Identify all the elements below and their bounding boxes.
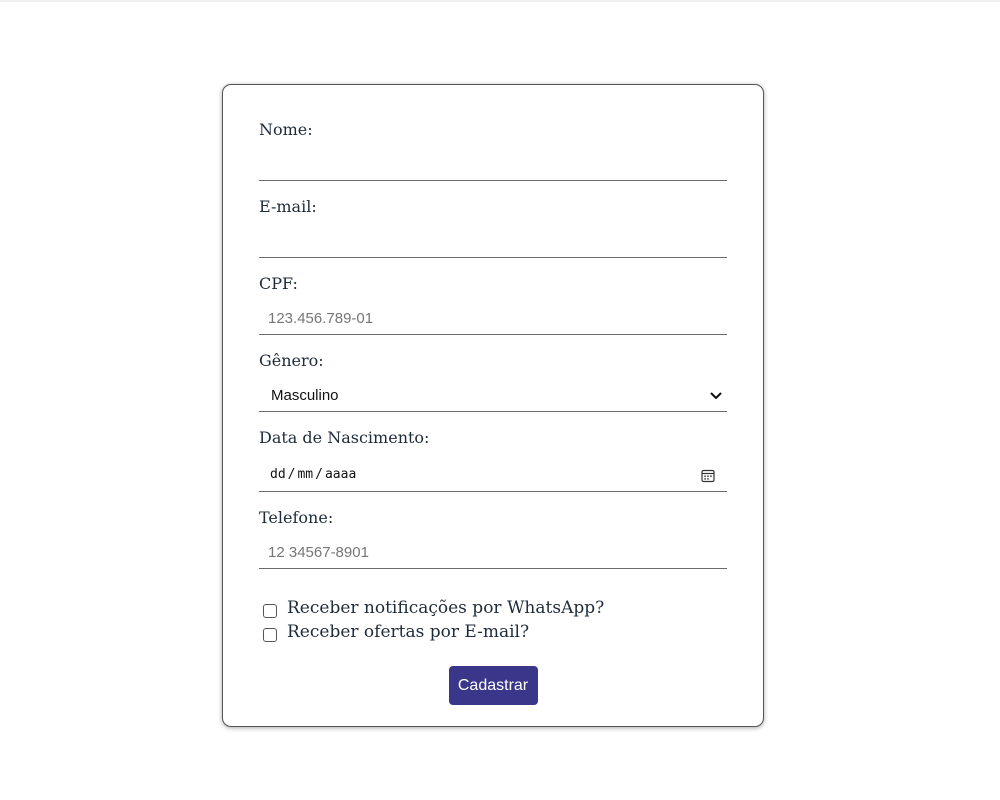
gender-selected-value: Masculino <box>271 387 339 404</box>
cpf-label: CPF: <box>259 274 298 293</box>
email-offers-checkbox[interactable] <box>263 627 277 642</box>
whatsapp-checkbox[interactable] <box>263 603 277 618</box>
cpf-field-group: CPF: <box>259 273 727 350</box>
gender-label: Gênero: <box>259 351 324 370</box>
phone-control <box>259 537 727 569</box>
name-control <box>259 149 727 181</box>
phone-label: Telefone: <box>259 508 334 527</box>
phone-input[interactable] <box>259 537 727 568</box>
email-offers-label[interactable]: Receber ofertas por E-mail? <box>287 622 529 642</box>
gender-select[interactable]: Masculino <box>259 380 727 411</box>
submit-button[interactable]: Cadastrar <box>448 666 538 705</box>
birthdate-input[interactable]: dd / mm / aaaa <box>259 457 727 491</box>
email-field-group: E-mail: <box>259 196 727 273</box>
registration-form: Nome: E-mail: CPF: Gênero: Masculino Dat… <box>222 84 764 727</box>
name-input[interactable] <box>259 149 727 180</box>
birthdate-field-group: Data de Nascimento: dd / mm / aaaa <box>259 427 727 507</box>
birthdate-label: Data de Nascimento: <box>259 428 430 447</box>
email-input[interactable] <box>259 226 727 257</box>
top-divider <box>0 0 1000 2</box>
whatsapp-option: Receber notificações por WhatsApp? <box>259 596 727 620</box>
name-label: Nome: <box>259 120 313 139</box>
birthdate-sep-2: / <box>315 466 323 482</box>
birthdate-year[interactable]: aaaa <box>325 467 356 482</box>
phone-field-group: Telefone: <box>259 507 727 584</box>
submit-wrapper: Cadastrar <box>259 666 727 705</box>
birthdate-month[interactable]: mm <box>297 467 313 482</box>
whatsapp-label[interactable]: Receber notificações por WhatsApp? <box>287 598 604 618</box>
cpf-control <box>259 303 727 335</box>
email-offers-option: Receber ofertas por E-mail? <box>259 620 727 644</box>
birthdate-control: dd / mm / aaaa <box>259 457 727 492</box>
preferences-group: Receber notificações por WhatsApp? Receb… <box>259 596 727 644</box>
calendar-icon[interactable] <box>701 469 715 483</box>
birthdate-day[interactable]: dd <box>270 467 286 482</box>
name-field-group: Nome: <box>259 119 727 196</box>
gender-field-group: Gênero: Masculino <box>259 350 727 427</box>
birthdate-sep-1: / <box>287 466 296 482</box>
gender-control: Masculino <box>259 380 727 412</box>
email-label: E-mail: <box>259 197 317 216</box>
chevron-down-icon[interactable] <box>709 389 723 403</box>
email-control <box>259 226 727 258</box>
cpf-input[interactable] <box>259 303 727 334</box>
